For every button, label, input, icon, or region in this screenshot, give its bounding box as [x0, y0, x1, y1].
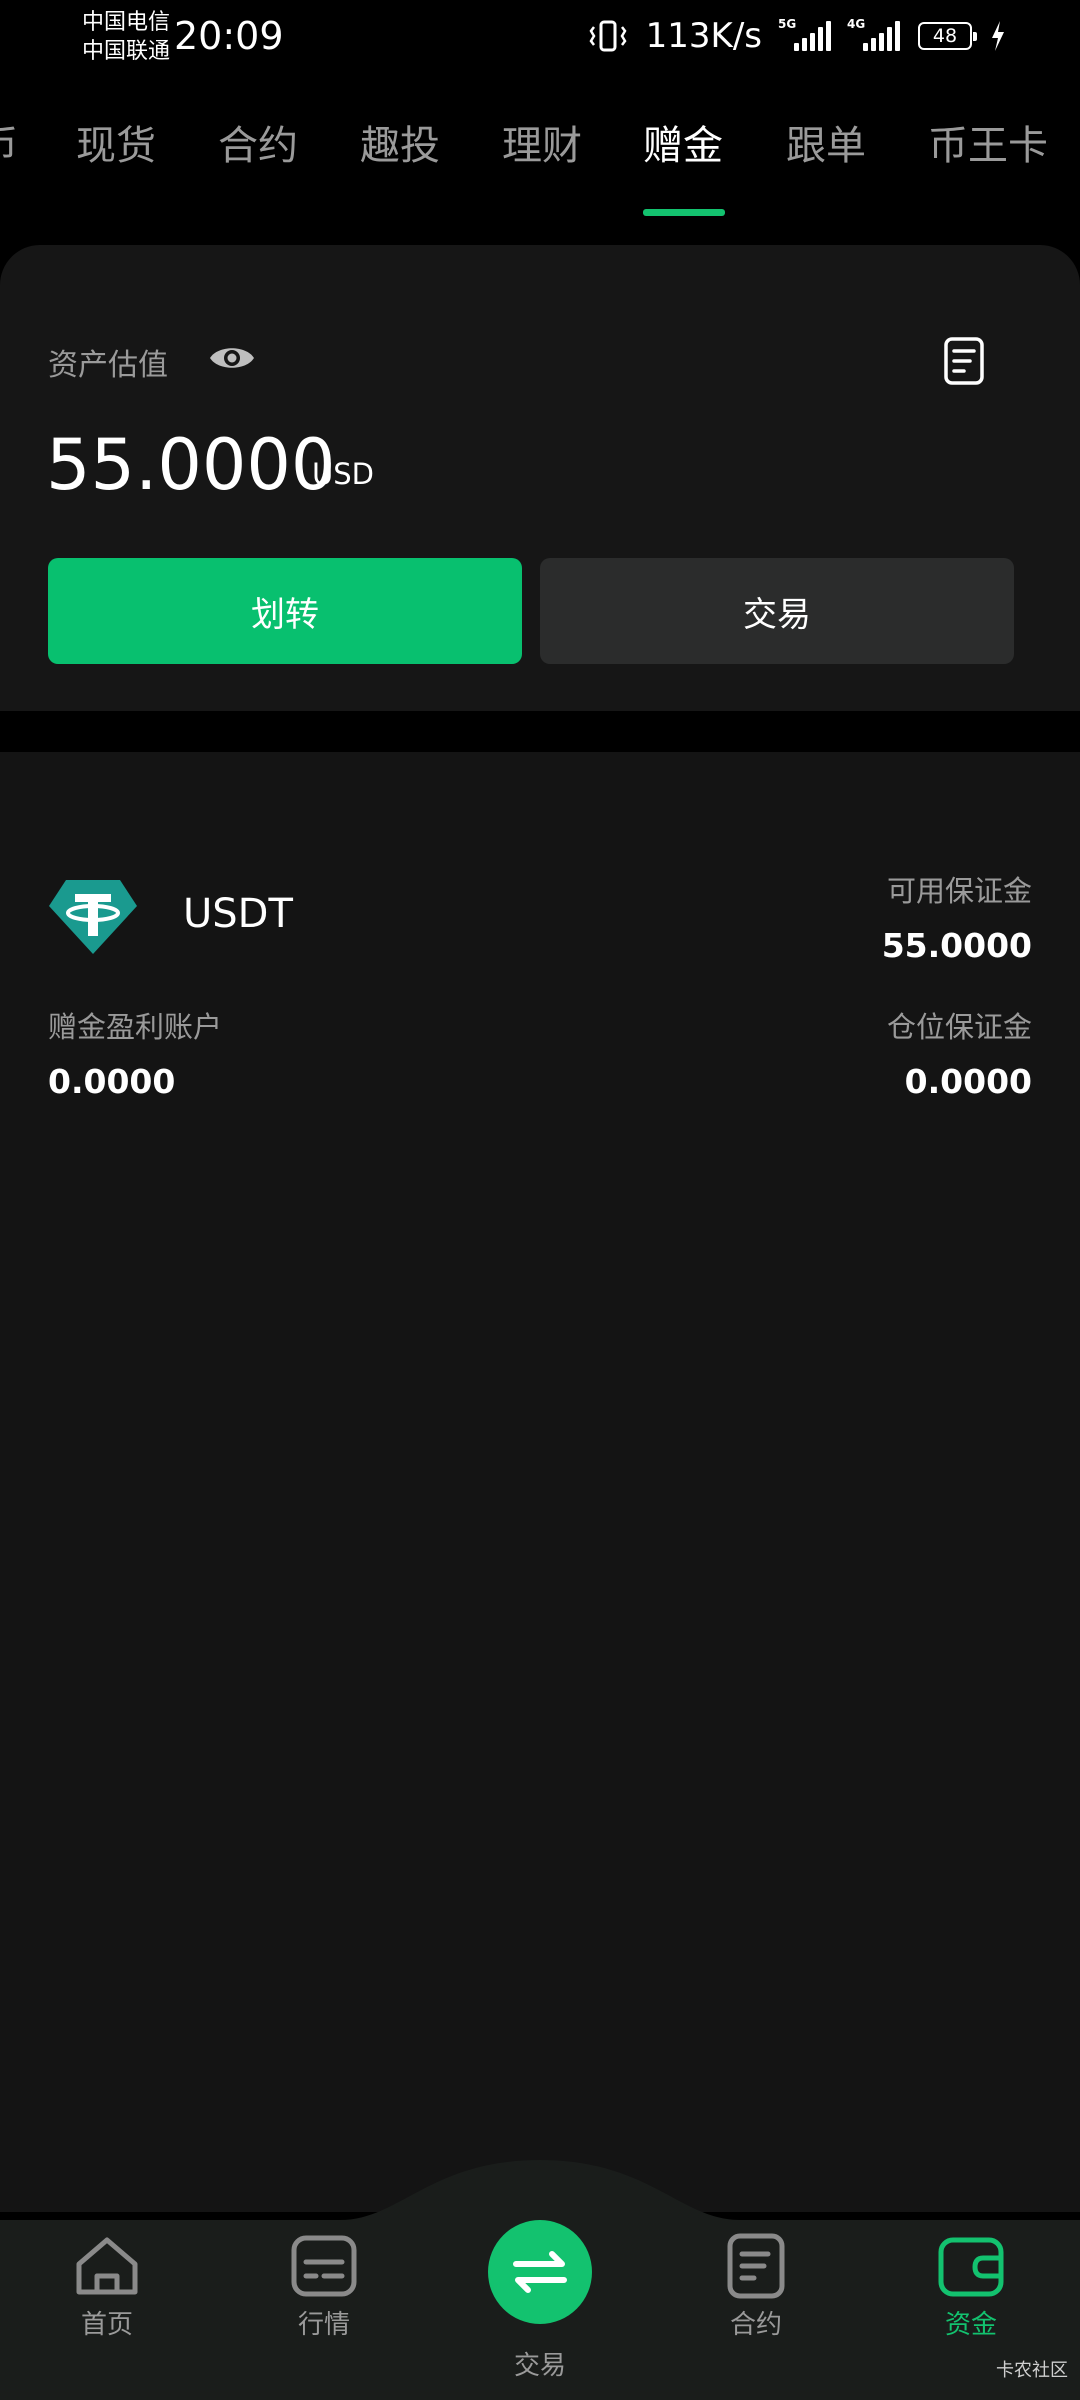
status-bar: 中国电信 中国联通 20:09 113K/s 5G 4G 48: [0, 0, 1080, 74]
watermark: 卡农社区: [996, 2360, 1068, 2381]
nav-contract[interactable]: 合约: [696, 2230, 816, 2341]
active-tab-indicator: [643, 209, 725, 216]
asset-card: 资产估值 55.0000 USD 划转 交易: [0, 245, 1080, 711]
eye-icon[interactable]: [208, 341, 256, 375]
tab-wealth[interactable]: 理财: [502, 118, 582, 174]
network-speed: 113K/s: [645, 16, 762, 56]
position-margin-value: 0.0000: [904, 1062, 1032, 1101]
tab-bonus[interactable]: 赠金: [643, 118, 723, 174]
asset-valuation-label: 资产估值: [48, 348, 168, 383]
carrier-info: 中国电信 中国联通: [82, 8, 170, 66]
battery-icon: 48: [918, 22, 977, 50]
charging-icon: [992, 21, 1004, 51]
nav-assets[interactable]: 资金: [911, 2230, 1031, 2341]
swap-icon: [513, 2251, 567, 2293]
transfer-button[interactable]: 划转: [48, 558, 522, 664]
tab-fun-invest[interactable]: 趣投: [360, 118, 440, 174]
asset-list: USDT 可用保证金 55.0000 赠金盈利账户 0.0000 仓位保证金 0…: [0, 752, 1080, 2212]
category-tabs: 币 现货 合约 趣投 理财 赠金 跟单 币王卡: [0, 74, 1080, 224]
contract-icon: [727, 2233, 785, 2299]
tab-coin-king-card[interactable]: 币王卡: [928, 118, 1048, 174]
carrier-2: 中国联通: [82, 39, 171, 64]
tab-contract[interactable]: 合约: [218, 118, 298, 174]
trade-fab[interactable]: [488, 2220, 592, 2324]
bonus-profit-label: 赠金盈利账户: [48, 1010, 223, 1044]
asset-unit: USD: [312, 457, 374, 491]
nav-assets-label: 资金: [944, 2310, 997, 2340]
status-icons: 113K/s 5G 4G 48: [588, 14, 1006, 58]
carrier-1: 中国电信: [82, 10, 171, 35]
battery-level: 48: [932, 25, 958, 47]
wallet-icon: [938, 2237, 1004, 2297]
clock: 20:09: [174, 14, 284, 58]
signal-4g-icon: 4G: [847, 17, 900, 51]
position-margin-label: 仓位保证金: [886, 1010, 1032, 1044]
tab-spot[interactable]: 现货: [76, 118, 156, 174]
bottom-navigation: 首页 行情 交易 合约 资金: [0, 2160, 1080, 2400]
available-margin-label: 可用保证金: [886, 874, 1032, 908]
nav-contract-label: 合约: [729, 2310, 782, 2340]
available-margin-value: 55.0000: [881, 926, 1032, 965]
asset-value: 55.0000: [46, 424, 336, 506]
market-icon: [291, 2235, 357, 2297]
home-icon: [76, 2237, 138, 2295]
vibrate-icon: [589, 20, 627, 52]
usdt-icon: [49, 880, 137, 954]
signal-5g-icon: 5G: [778, 17, 831, 51]
nav-market[interactable]: 行情: [264, 2230, 384, 2341]
coin-name: USDT: [183, 891, 293, 937]
nav-home[interactable]: 首页: [47, 2230, 167, 2341]
tab-copy-trade[interactable]: 跟单: [786, 118, 866, 174]
nav-home-label: 首页: [80, 2310, 133, 2340]
nav-trade-label[interactable]: 交易: [490, 2345, 590, 2382]
bonus-profit-value: 0.0000: [48, 1062, 176, 1101]
record-icon[interactable]: [940, 335, 988, 387]
tab-coin[interactable]: 币: [0, 118, 18, 174]
nav-market-label: 行情: [297, 2310, 350, 2340]
trade-button[interactable]: 交易: [540, 558, 1014, 664]
